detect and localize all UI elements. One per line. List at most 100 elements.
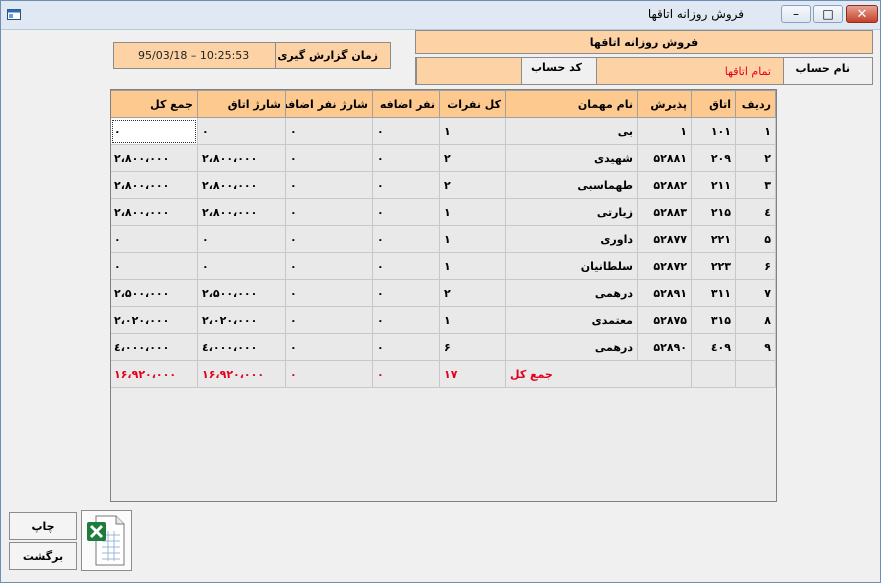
cell-row-number: ۶: [735, 252, 776, 280]
restore-button[interactable]: □: [813, 5, 843, 23]
cell-reception: ۱: [637, 117, 692, 145]
table-row[interactable]: ۸ ۳۱۵ ۵۲۸۷۵ معتمدی ۱ ۰ ۰ ۲،۰۲۰،۰۰۰ ۲،۰۲۰…: [111, 306, 776, 334]
total-extra-charge: ۰: [285, 360, 373, 388]
cell-room: ۳۱۵: [691, 306, 736, 334]
account-code-field[interactable]: [416, 57, 522, 85]
report-time-label: زمان گزارش گیری: [277, 49, 378, 62]
table-row[interactable]: ۷ ۳۱۱ ۵۲۸۹۱ درهمی ۲ ۰ ۰ ۲،۵۰۰،۰۰۰ ۲،۵۰۰،…: [111, 279, 776, 307]
column-header-reception[interactable]: پذیرش: [637, 90, 692, 118]
sales-grid[interactable]: ردیف اتاق پذیرش نام مهمان کل نفرات نفر ا…: [110, 89, 777, 502]
cell-extra-persons: ۰: [372, 198, 440, 226]
cell-guest-name: معتمدی: [505, 306, 638, 334]
column-header-room-charge[interactable]: شارژ اتاق: [197, 90, 286, 118]
window-title: فروش روزانه اتاقها: [647, 7, 744, 21]
column-header-guest-name[interactable]: نام مهمان: [505, 90, 638, 118]
close-icon: ✕: [856, 6, 868, 22]
cell-extra-persons: ۰: [372, 171, 440, 199]
cell-total-persons: ۲: [439, 279, 506, 307]
app-window-icon: [7, 9, 21, 20]
column-header-total-persons[interactable]: کل نفرات: [439, 90, 506, 118]
excel-file-icon: [87, 515, 125, 566]
report-title-banner: فروش روزانه اتاقها: [415, 30, 873, 54]
cell-total-persons: ۱: [439, 198, 506, 226]
cell-room-charge: ۰: [197, 252, 286, 280]
cell-row-number: ۲: [735, 144, 776, 172]
table-row[interactable]: ۳ ۲۱۱ ۵۲۸۸۲ طهماسبی ۲ ۰ ۰ ۲،۸۰۰،۰۰۰ ۲،۸۰…: [111, 171, 776, 199]
total-label: جمع کل: [505, 360, 692, 388]
cell-extra-persons: ۰: [372, 144, 440, 172]
cell-extra-charge: ۰: [285, 144, 373, 172]
print-button-label: چاپ: [31, 519, 55, 533]
cell-extra-charge: ۰: [285, 171, 373, 199]
account-name-value: تمام اتاقها: [724, 64, 771, 78]
column-header-grand-total[interactable]: جمع کل: [111, 90, 198, 118]
cell-grand-total: ۰: [111, 225, 198, 253]
cell-total-empty: [691, 360, 736, 388]
account-row: کد حساب تمام اتاقها نام حساب: [415, 57, 873, 85]
cell-room-charge: ۲،۸۰۰،۰۰۰: [197, 198, 286, 226]
cell-reception: ۵۲۸۷۲: [637, 252, 692, 280]
title-bar[interactable]: فروش روزانه اتاقها – □ ✕: [1, 1, 880, 30]
cell-guest-name: زیارتی: [505, 198, 638, 226]
cell-room-charge: ۰: [197, 117, 286, 145]
cell-row-number: ۱: [735, 117, 776, 145]
cell-grand-total: ۲،۵۰۰،۰۰۰: [111, 279, 198, 307]
cell-total-persons: ۲: [439, 171, 506, 199]
cell-extra-charge: ۰: [285, 198, 373, 226]
close-button[interactable]: ✕: [846, 5, 878, 23]
cell-grand-total: ۰: [111, 252, 198, 280]
total-room-charge: ۱۶،۹۲۰،۰۰۰: [197, 360, 286, 388]
cell-room-charge: ۲،۸۰۰،۰۰۰: [197, 171, 286, 199]
cell-guest-name: داوری: [505, 225, 638, 253]
cell-room-charge: ٤،۰۰۰،۰۰۰: [197, 333, 286, 361]
table-row[interactable]: ۹ ٤۰۹ ۵۲۸۹۰ درهمی ۶ ۰ ۰ ٤،۰۰۰،۰۰۰ ٤،۰۰۰،…: [111, 333, 776, 361]
cell-extra-persons: ۰: [372, 279, 440, 307]
column-header-room[interactable]: اتاق: [691, 90, 736, 118]
column-header-extra-charge[interactable]: شارژ نفر اضافه: [285, 90, 373, 118]
cell-guest-name: سلطانیان: [505, 252, 638, 280]
cell-grand-total: ۲،۸۰۰،۰۰۰: [111, 198, 198, 226]
cell-reception: ۵۲۸۸۲: [637, 171, 692, 199]
cell-row-number: ۸: [735, 306, 776, 334]
cell-extra-charge: ۰: [285, 333, 373, 361]
cell-room: ٤۰۹: [691, 333, 736, 361]
cell-total-empty: [735, 360, 776, 388]
cell-extra-charge: ۰: [285, 279, 373, 307]
cell-extra-charge: ۰: [285, 252, 373, 280]
account-code-label: کد حساب: [531, 60, 582, 74]
table-row[interactable]: ۲ ۲۰۹ ۵۲۸۸۱ شهیدی ۲ ۰ ۰ ۲،۸۰۰،۰۰۰ ۲،۸۰۰،…: [111, 144, 776, 172]
cell-reception: ۵۲۸۹۱: [637, 279, 692, 307]
cell-row-number: ۵: [735, 225, 776, 253]
minimize-button[interactable]: –: [781, 5, 811, 23]
report-time-value: 95/03/18 – 10:25:53: [138, 49, 250, 62]
table-row[interactable]: ۶ ۲۲۳ ۵۲۸۷۲ سلطانیان ۱ ۰ ۰ ۰ ۰: [111, 252, 776, 280]
cell-guest-name: بی: [505, 117, 638, 145]
cell-row-number: ٤: [735, 198, 776, 226]
back-button[interactable]: برگشت: [9, 542, 77, 570]
cell-total-persons: ۱: [439, 306, 506, 334]
table-total-row: جمع کل ۱۷ ۰ ۰ ۱۶،۹۲۰،۰۰۰ ۱۶،۹۲۰،۰۰۰: [111, 360, 776, 388]
cell-room: ۳۱۱: [691, 279, 736, 307]
table-row[interactable]: ٤ ۲۱۵ ۵۲۸۸۳ زیارتی ۱ ۰ ۰ ۲،۸۰۰،۰۰۰ ۲،۸۰۰…: [111, 198, 776, 226]
back-button-label: برگشت: [22, 549, 64, 563]
excel-export-button[interactable]: [81, 510, 132, 571]
cell-grand-total: ۲،۰۲۰،۰۰۰: [111, 306, 198, 334]
cell-room-charge: ۲،۰۲۰،۰۰۰: [197, 306, 286, 334]
cell-room: ۱۰۱: [691, 117, 736, 145]
cell-room: ۲۲۳: [691, 252, 736, 280]
table-row[interactable]: ۵ ۲۲۱ ۵۲۸۷۷ داوری ۱ ۰ ۰ ۰ ۰: [111, 225, 776, 253]
report-time-panel: زمان گزارش گیری 95/03/18 – 10:25:53: [113, 42, 391, 69]
cell-guest-name: طهماسبی: [505, 171, 638, 199]
table-row[interactable]: ۱ ۱۰۱ ۱ بی ۱ ۰ ۰ ۰ ۰: [111, 117, 776, 145]
cell-extra-persons: ۰: [372, 252, 440, 280]
cell-room: ۲۱۵: [691, 198, 736, 226]
column-header-extra-persons[interactable]: نفر اضافه: [372, 90, 440, 118]
total-persons: ۱۷: [439, 360, 506, 388]
column-header-row-number[interactable]: ردیف: [735, 90, 776, 118]
sales-table: ردیف اتاق پذیرش نام مهمان کل نفرات نفر ا…: [111, 90, 776, 388]
cell-room-charge: ۰: [197, 225, 286, 253]
cell-reception: ۵۲۸۸۳: [637, 198, 692, 226]
print-button[interactable]: چاپ: [9, 512, 77, 540]
cell-grand-total[interactable]: ۰: [111, 117, 198, 145]
account-name-field[interactable]: تمام اتاقها: [596, 57, 784, 85]
